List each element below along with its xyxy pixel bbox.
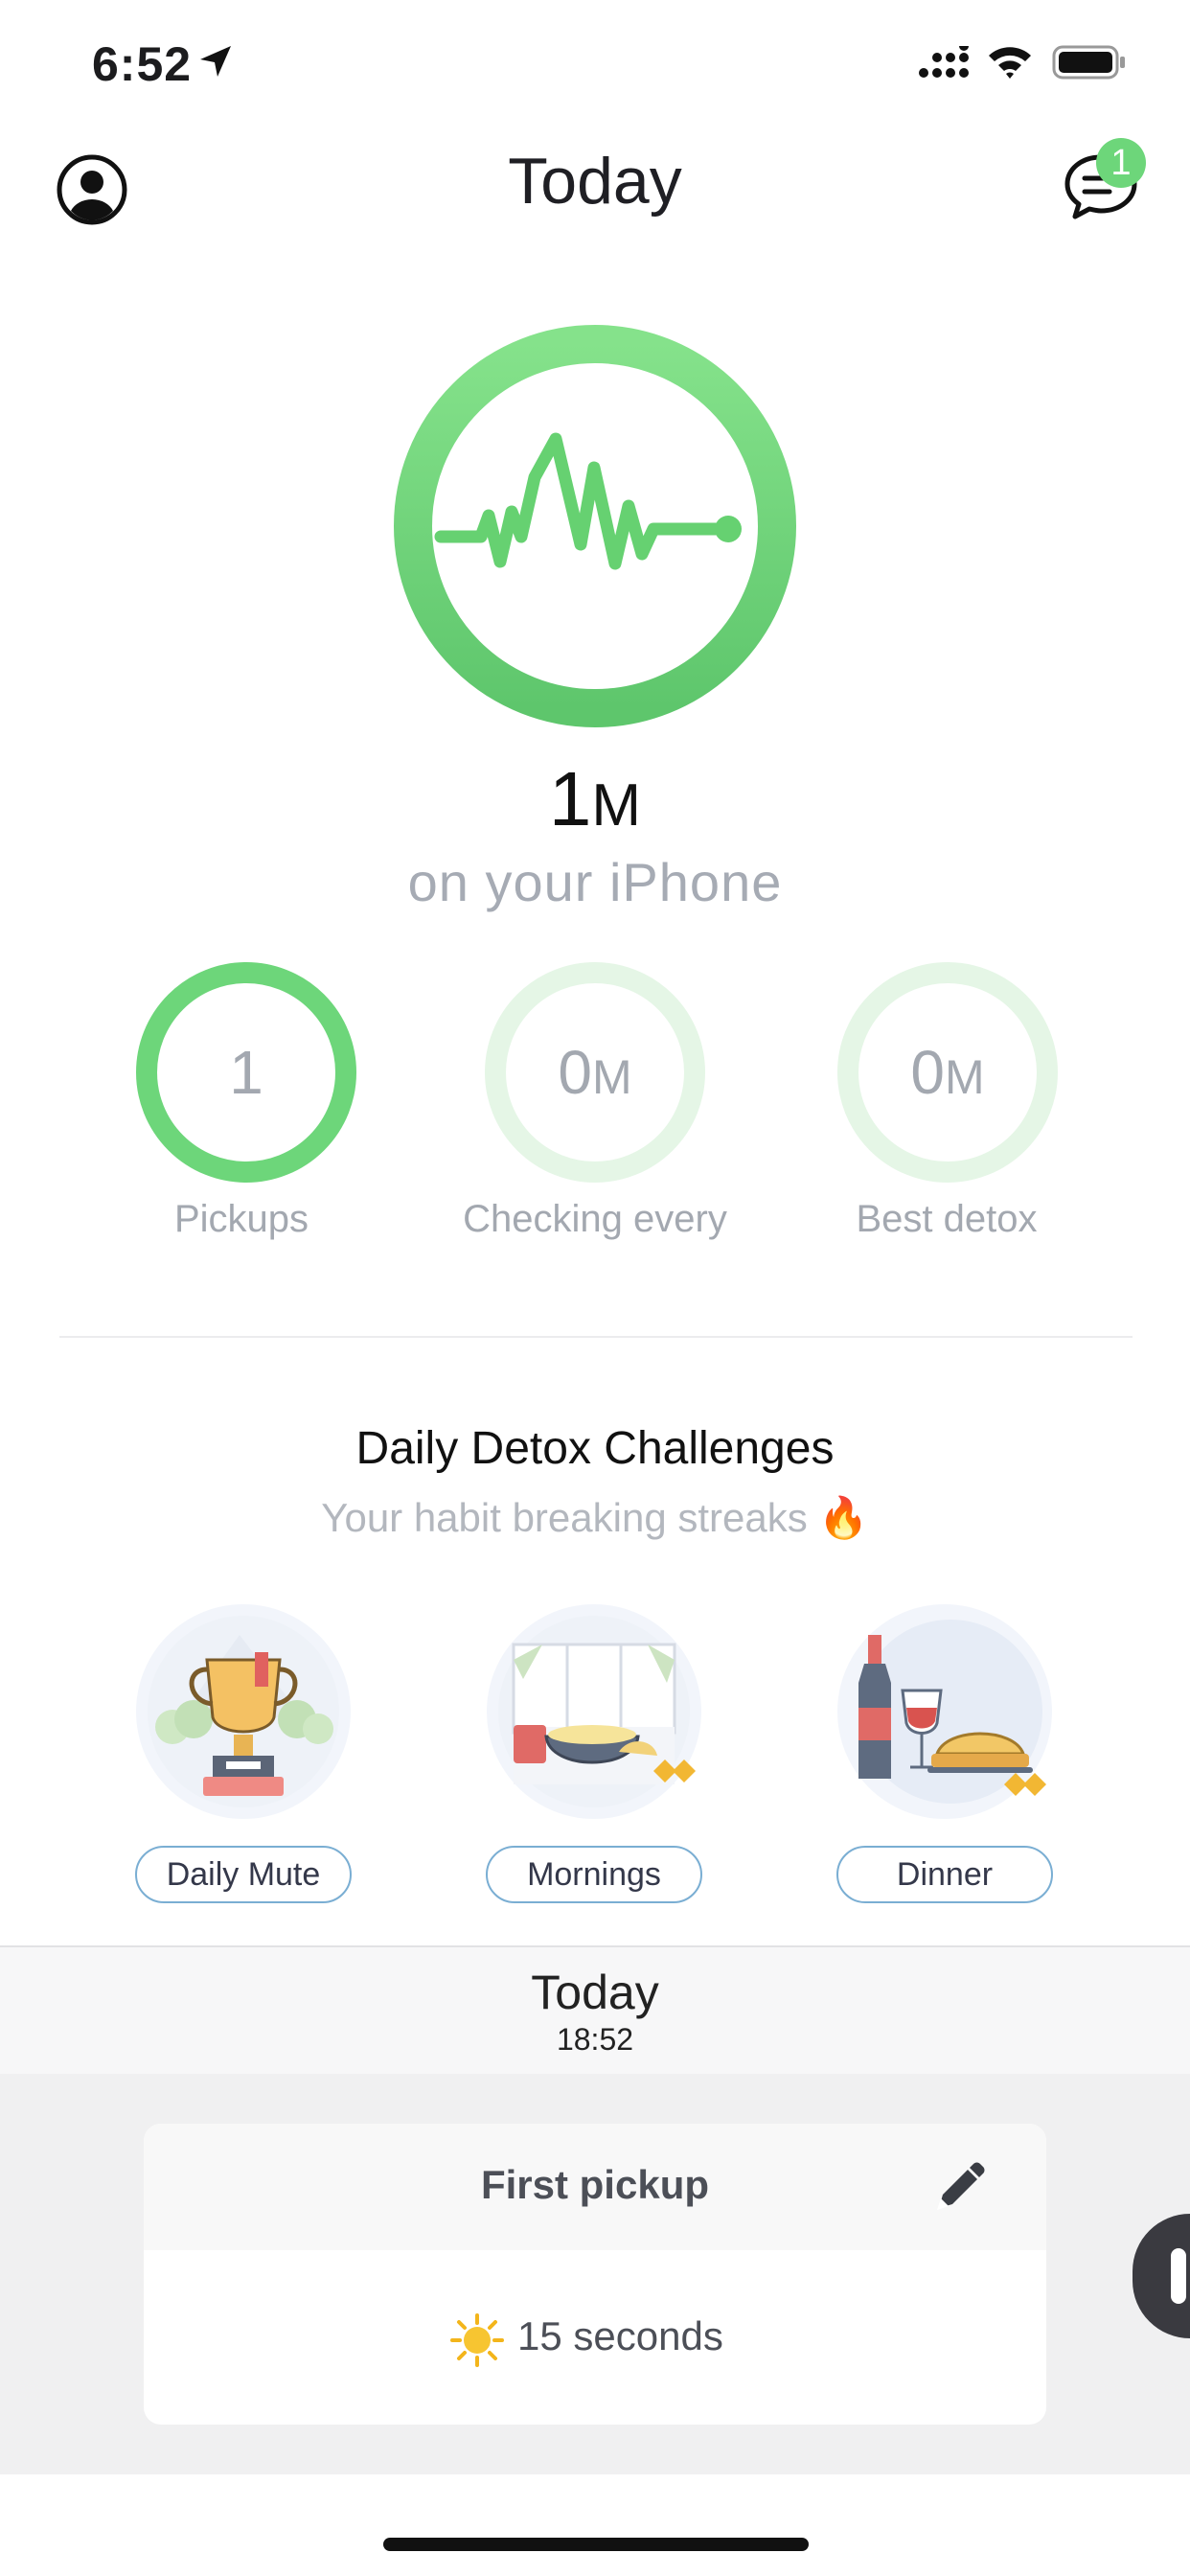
sun-icon [450,2313,504,2367]
best-detox-value: 0M [910,1038,985,1107]
section-divider [59,1336,1133,1338]
timeline-time-label: 18:52 [556,2022,634,2057]
challenge-daily-mute-button[interactable]: Daily Mute [135,1846,352,1903]
cellular-signal-icon [919,46,969,78]
wifi-icon [989,47,1031,79]
best-detox-stat[interactable]: 0M [835,960,1060,1184]
side-drawer-grip [1171,2248,1186,2304]
location-arrow-icon [200,46,231,77]
challenges-subtitle: Your habit breaking streaks 🔥 [321,1495,869,1540]
status-time: 6:52 [92,37,193,91]
pickup-duration: 15 seconds [517,2313,723,2358]
checking-every-value: 0M [558,1038,632,1107]
trophy-illustration-icon[interactable] [134,1602,353,1821]
usage-ring[interactable] [393,324,797,728]
breakfast-illustration-icon[interactable] [485,1602,703,1821]
pickups-label: Pickups [173,1198,309,1240]
card-title: First pickup [480,2162,710,2207]
challenges-title: Daily Detox Challenges [355,1423,835,1474]
home-indicator[interactable] [383,2538,809,2551]
timeline-day-label: Today [531,1966,659,2019]
checking-every-stat[interactable]: 0M [483,960,707,1184]
pickups-stat[interactable]: 1 [134,960,358,1184]
notification-badge: 1 [1096,138,1146,188]
waveform-icon [434,432,735,570]
pickups-value: 1 [229,1038,263,1107]
pencil-icon[interactable] [929,2160,987,2218]
total-time-subtitle: on your iPhone [407,852,783,912]
battery-icon [1052,45,1125,80]
challenge-mornings-button[interactable]: Mornings [486,1846,702,1903]
best-detox-label: Best detox [856,1198,1038,1240]
total-screen-time: 1M [548,756,642,841]
first-pickup-card[interactable]: First pickup 15 seconds [144,2124,1046,2425]
challenge-dinner-button[interactable]: Dinner [836,1846,1053,1903]
dinner-illustration-icon[interactable] [835,1602,1054,1821]
checking-every-label: Checking every [463,1198,727,1240]
page-title: Today [508,145,682,218]
